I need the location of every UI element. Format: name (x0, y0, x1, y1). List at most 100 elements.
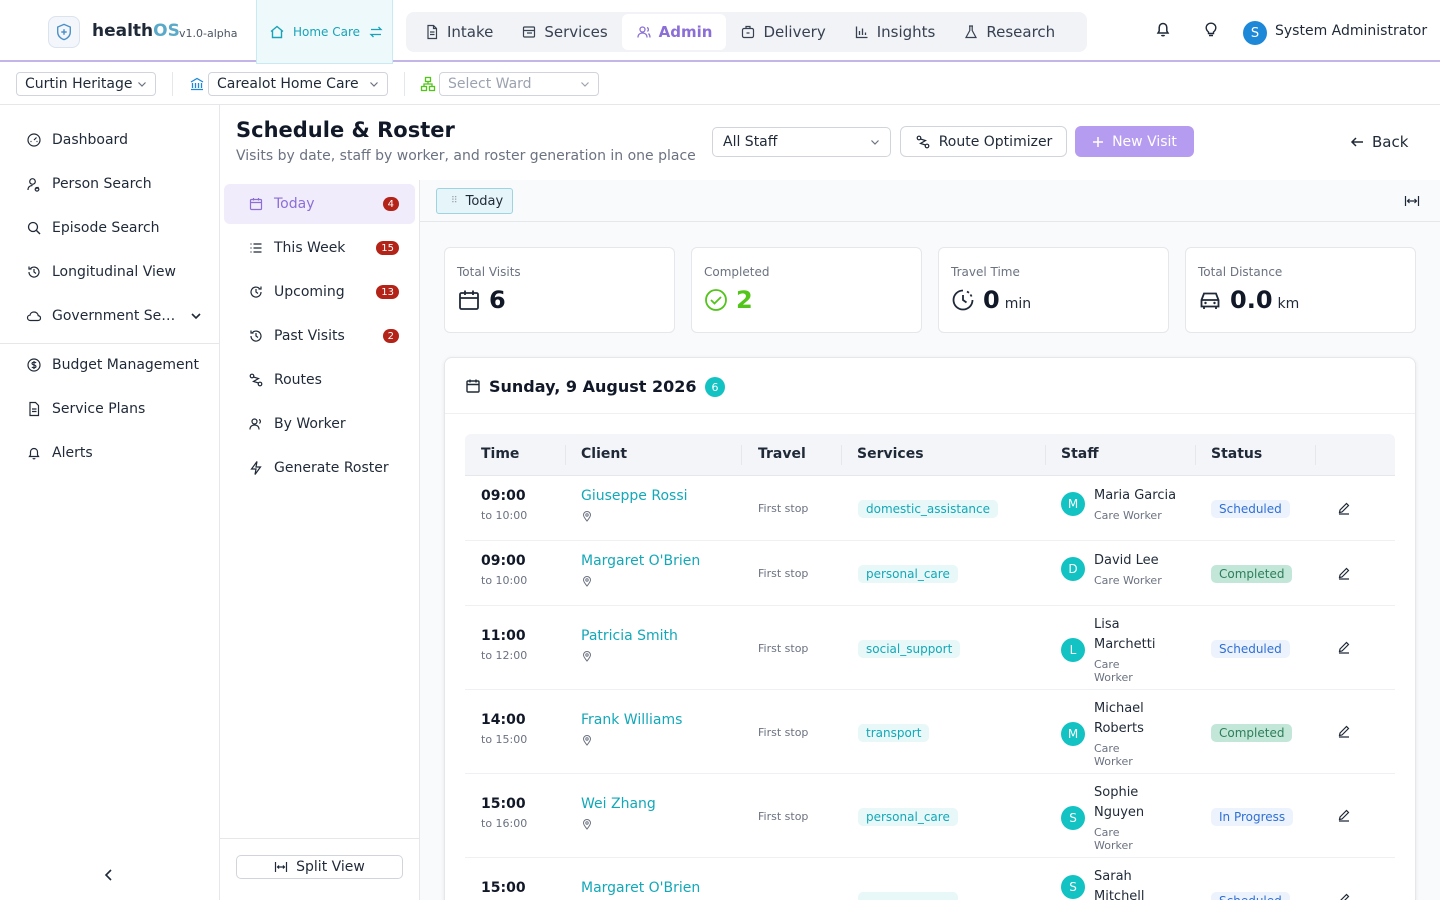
subnav-this-week[interactable]: This Week 15 (224, 228, 415, 268)
stat-travel-time: Travel Time 0 min (938, 247, 1169, 333)
visit-start-time: 09:00 (481, 553, 526, 569)
client-link[interactable]: Frank Williams (581, 712, 682, 728)
edit-icon[interactable] (1337, 640, 1351, 654)
location-pin-icon[interactable] (581, 575, 593, 587)
edit-icon[interactable] (1337, 808, 1351, 822)
sidebar-item-service-plans[interactable]: Service Plans (26, 401, 206, 417)
day-schedule-card: Sunday, 9 August 2026 6 Time Client Trav… (444, 357, 1416, 900)
route-icon (249, 373, 263, 387)
status-badge: In Progress (1211, 808, 1294, 826)
logo-icon[interactable] (48, 16, 80, 48)
tab-today[interactable]: ⠿ Today (436, 188, 514, 214)
stat-total-distance: Total Distance 0.0 km (1185, 247, 1416, 333)
subnav-today[interactable]: Today 4 (224, 184, 415, 224)
column-status[interactable]: Status (1211, 446, 1262, 462)
table-row[interactable]: 15:00 Margaret O'Brien personal_care S S… (465, 858, 1395, 900)
nav-research[interactable]: Research (949, 14, 1069, 50)
chevron-down-icon (370, 82, 378, 87)
edit-icon[interactable] (1337, 724, 1351, 738)
switch-icon (369, 26, 383, 37)
column-staff[interactable]: Staff (1061, 446, 1099, 462)
lightbulb-icon[interactable] (1202, 20, 1220, 38)
client-link[interactable]: Giuseppe Rossi (581, 488, 688, 504)
new-visit-button[interactable]: New Visit (1075, 126, 1194, 157)
location-pin-icon[interactable] (581, 818, 593, 830)
table-row[interactable]: 09:00 to 10:00 Giuseppe Rossi First stop… (465, 476, 1395, 541)
subnav-routes[interactable]: Routes (224, 360, 415, 400)
location-pin-icon[interactable] (581, 734, 593, 746)
sidebar-item-longitudinal-view[interactable]: Longitudinal View (26, 264, 206, 280)
edit-icon[interactable] (1337, 566, 1351, 580)
visit-end-time: to 15:00 (481, 733, 528, 746)
person-search-icon (27, 178, 40, 192)
edit-icon[interactable] (1337, 892, 1351, 900)
staff-filter-select[interactable]: All Staff (712, 127, 891, 157)
module-switcher[interactable]: Home Care (256, 0, 393, 64)
expand-width-icon[interactable] (1404, 193, 1420, 209)
nav-admin[interactable]: Admin (621, 14, 727, 50)
table-row[interactable]: 09:00 to 10:00 Margaret O'Brien First st… (465, 541, 1395, 606)
bar-chart-icon (855, 26, 868, 39)
sidebar-item-episode-search[interactable]: Episode Search (26, 220, 206, 236)
location-pin-icon[interactable] (581, 510, 593, 522)
nav-services[interactable]: Services (507, 14, 621, 50)
column-time[interactable]: Time (481, 446, 519, 462)
drag-handle-icon[interactable]: ⠿ (451, 196, 458, 206)
visit-start-time: 15:00 (481, 880, 526, 896)
visit-end-time: to 10:00 (481, 509, 528, 522)
nav-intake[interactable]: Intake (410, 14, 507, 50)
staff-avatar: S (1061, 805, 1085, 830)
sidebar-item-government-services[interactable]: Government Services (26, 308, 202, 324)
travel-info: First stop (758, 810, 809, 823)
subnav-upcoming[interactable]: Upcoming 13 (224, 272, 415, 312)
cloud-icon (26, 311, 42, 322)
subnav-generate-roster[interactable]: Generate Roster (224, 448, 415, 488)
sidebar-item-budget-management[interactable]: Budget Management (26, 357, 206, 373)
nav-insights[interactable]: Insights (840, 14, 950, 50)
ward-select[interactable]: Select Ward (439, 72, 599, 96)
client-link[interactable]: Margaret O'Brien (581, 553, 700, 569)
sidebar-item-person-search[interactable]: Person Search (26, 176, 206, 192)
facility-select[interactable]: Carealot Home Care (208, 72, 388, 96)
column-client[interactable]: Client (581, 446, 627, 462)
split-view-button[interactable]: Split View (236, 855, 403, 879)
collapse-sidebar-icon[interactable] (102, 868, 116, 882)
sidebar-item-alerts[interactable]: Alerts (26, 445, 206, 461)
staff-avatar: M (1061, 492, 1085, 516)
document-icon (427, 24, 438, 40)
nav-delivery[interactable]: Delivery (726, 14, 839, 50)
status-badge: Scheduled (1211, 500, 1290, 518)
staff-role: Care Worker (1094, 658, 1133, 684)
table-row[interactable]: 14:00 to 15:00 Frank Williams First stop… (465, 690, 1395, 774)
count-badge: 13 (376, 285, 399, 299)
notifications-bell-icon[interactable] (1154, 20, 1172, 38)
table-row[interactable]: 11:00 to 12:00 Patricia Smith First stop… (465, 606, 1395, 690)
gauge-icon (27, 133, 41, 147)
visit-start-time: 11:00 (481, 628, 526, 644)
split-icon (275, 862, 288, 872)
user-name[interactable]: System Administrator (1275, 23, 1427, 39)
day-title: Sunday, 9 August 2026 (489, 377, 697, 396)
schedule-subnav: Today 4 This Week 15 Upcoming 13 Past Vi… (220, 180, 420, 900)
divider (172, 72, 173, 96)
user-avatar[interactable]: S (1243, 21, 1267, 45)
subnav-past-visits[interactable]: Past Visits 2 (224, 316, 415, 356)
chevron-down-icon (871, 140, 879, 145)
client-link[interactable]: Wei Zhang (581, 796, 656, 812)
client-link[interactable]: Patricia Smith (581, 628, 678, 644)
brand-name: healthOS (92, 21, 180, 41)
location-pin-icon[interactable] (581, 650, 593, 662)
sidebar-item-dashboard[interactable]: Dashboard (26, 132, 206, 148)
column-travel[interactable]: Travel (758, 446, 806, 462)
staff-role: Care Worker (1094, 574, 1162, 587)
table-row[interactable]: 15:00 to 16:00 Wei Zhang First stop pers… (465, 774, 1395, 858)
subnav-by-worker[interactable]: By Worker (224, 404, 415, 444)
file-icon (29, 401, 40, 417)
edit-icon[interactable] (1337, 501, 1351, 515)
client-link[interactable]: Margaret O'Brien (581, 880, 700, 896)
column-services[interactable]: Services (857, 446, 924, 462)
organization-select[interactable]: Curtin Heritage (16, 72, 156, 96)
route-optimizer-button[interactable]: Route Optimizer (900, 126, 1067, 157)
back-button[interactable]: Back (1350, 133, 1408, 151)
status-badge: Scheduled (1211, 892, 1290, 900)
